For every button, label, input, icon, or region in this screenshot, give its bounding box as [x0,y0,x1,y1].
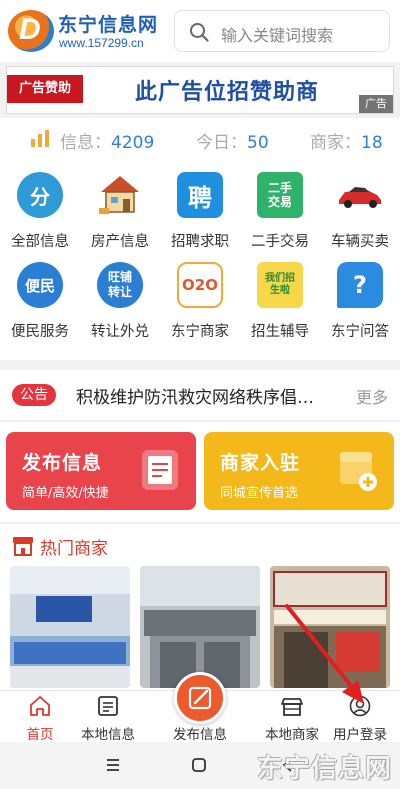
merchant-photo-image [140,566,260,688]
category-all-info[interactable]: 分 全部信息 [0,164,80,254]
category-label: 二手交易 [251,234,309,250]
search-icon [190,23,209,42]
category-label: 东宁商家 [171,324,229,340]
logo-name: 东宁信息网 [58,14,159,36]
category-label: 招生辅导 [251,324,309,340]
banner-text: 此广告位招赞助商 [135,80,320,105]
merchant-card-photo[interactable] [140,566,260,688]
category-grid: 分 全部信息 房产信息 聘 招聘求职 二手交易 二手交易 车辆买卖 便民 便民服… [0,160,400,360]
publish-info-card[interactable]: 发布信息 简单/高效/快捷 [6,432,196,510]
site-logo[interactable]: 东宁信息网 www.157299.cn [8,8,168,54]
shop-icon [281,698,303,716]
site-watermark: 东宁信息网 [256,754,392,784]
announcement-more-link[interactable]: 更多 [356,384,388,408]
category-label: 招聘求职 [171,234,229,250]
merchant-card-title: 商家入驻 [220,452,301,474]
bar-chart-icon [31,130,49,147]
app-header: 东宁信息网 www.157299.cn 输入关键词搜索 [0,0,400,62]
stat-merchants: 商家：18 [310,128,383,153]
stat-label: 今日： [196,133,247,153]
nav-label: 发布信息 [173,727,227,743]
merchant-card-photo[interactable] [10,566,130,688]
user-icon [349,695,371,717]
hot-merchants-title: 热门商家 [40,539,108,559]
category-label: 东宁问答 [331,324,389,340]
logo-url: www.157299.cn [59,36,144,50]
announcement-bar[interactable]: 公告 积极维护防汛救灾网络秩序倡… 更多 [0,370,400,420]
action-cards: 发布信息 简单/高效/快捷 商家入驻 同城宣传首选 [0,422,400,522]
category-label: 房产信息 [91,234,149,250]
category-job[interactable]: 聘 招聘求职 [160,164,240,254]
document-edit-icon [142,450,178,490]
category-label: 车辆买卖 [331,234,389,250]
logo-mark-icon [8,10,54,52]
merchant-card-subtitle: 同城宣传首选 [220,486,299,501]
store-plus-icon [340,452,377,491]
category-car[interactable]: 车辆买卖 [320,164,400,254]
category-convenience[interactable]: 便民 便民服务 [0,254,80,344]
stat-label: 信息： [60,133,111,153]
stat-info: 信息：4209 [60,128,154,153]
stat-value: 4209 [111,133,155,153]
publish-icon [188,686,212,710]
category-label: 全部信息 [11,234,69,250]
ad-badge: 广告 [359,95,393,113]
menu-icon[interactable] [106,758,120,772]
publish-card-subtitle: 简单/高效/快捷 [22,486,109,501]
all-info-icon: 分 [17,172,63,218]
qa-icon: ? [337,262,383,308]
nav-label: 本地信息 [81,727,135,743]
job-icon: 聘 [177,172,223,218]
house-icon [99,176,139,214]
home-icon [30,696,50,716]
stat-value: 50 [247,133,269,153]
stat-today: 今日：50 [196,128,269,153]
nav-local-info[interactable]: 本地信息 [68,691,148,743]
merchant-card-photo[interactable] [270,566,390,688]
publish-fab-button[interactable] [174,672,226,724]
store-icon [13,537,33,556]
nav-user-login[interactable]: 用户登录 [320,691,400,743]
hot-merchants-section: 热门商家 [0,524,400,690]
nav-label: 用户登录 [333,727,387,743]
merchant-photo-image [270,566,390,688]
search-placeholder: 输入关键词搜索 [221,26,334,45]
category-qa[interactable]: ? 东宁问答 [320,254,400,344]
convenience-icon: 便民 [17,262,63,308]
search-input[interactable]: 输入关键词搜索 [174,10,390,52]
local-info-icon [98,696,118,716]
category-house[interactable]: 房产信息 [80,164,160,254]
category-label: 转让外兑 [91,324,149,340]
merchant-join-card[interactable]: 商家入驻 同城宣传首选 [204,432,394,510]
announcement-text[interactable]: 积极维护防汛救灾网络秩序倡… [76,383,314,408]
publish-card-title: 发布信息 [22,452,103,474]
stat-label: 商家： [310,133,361,153]
car-icon [339,187,381,208]
announcement-tag: 公告 [12,384,56,406]
merchant-photo-image [10,566,130,688]
enrollment-icon: 我们招生啦 [257,262,303,308]
home-button-icon[interactable] [191,757,207,773]
stat-value: 18 [361,133,383,153]
category-enrollment[interactable]: 我们招生啦 招生辅导 [240,254,320,344]
second-hand-icon: 二手交易 [257,172,303,218]
category-label: 便民服务 [11,324,69,340]
category-transfer[interactable]: 旺铺转让 转让外兑 [80,254,160,344]
banner-tag: 广告赞助 [7,75,83,103]
stats-bar: 信息：4209 今日：50 商家：18 [0,118,400,160]
system-nav-bar: 东宁信息网 [0,742,400,789]
category-second-hand[interactable]: 二手交易 二手交易 [240,164,320,254]
o2o-icon: O2O [177,262,223,308]
ad-banner[interactable]: 广告赞助 此广告位招赞助商 广告 [6,66,394,114]
category-merchant[interactable]: O2O 东宁商家 [160,254,240,344]
transfer-icon: 旺铺转让 [97,262,143,308]
